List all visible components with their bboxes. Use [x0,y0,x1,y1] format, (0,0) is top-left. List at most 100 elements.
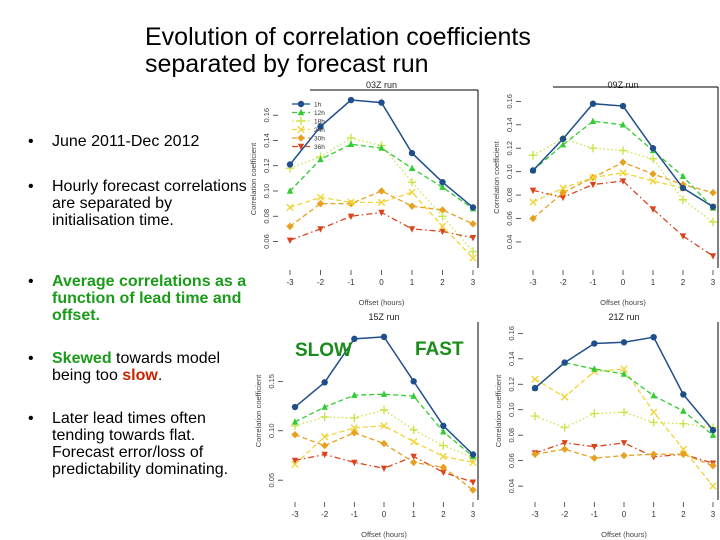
series-24h [286,188,477,262]
x-tick-label: 3 [711,510,716,519]
y-tick-label: 0.08 [262,209,271,224]
y-tick-label: 0.08 [507,428,516,443]
y-tick-label: 0.06 [507,453,516,468]
data-point [679,233,687,240]
y-axis-label: Correlation coefficient [492,140,501,213]
data-point [297,134,305,142]
y-tick-label: 0.14 [507,352,516,367]
data-point [589,181,597,189]
data-point [679,419,688,428]
chart-09z-run: 09Z run -3 -2 -1 0 1 2 3 Offset (hours) 0.04 0.06 0… [492,80,719,307]
x-tick-label: 0 [382,510,387,519]
series-12h [291,390,477,460]
chart-03z-run: 03Z run -3 -2 -1 0 1 2 3 Offset (hours) 0.06 0.08 0… [249,80,479,307]
x-tick-label: 2 [681,278,686,287]
data-point [469,451,477,458]
slow-label: SLOW [295,340,352,361]
data-point [620,440,628,447]
y-tick-label: 0.04 [505,235,514,250]
data-point [619,102,627,110]
legend-label: 1h [314,102,322,109]
x-tick-label: 1 [410,278,415,287]
chart-title: 03Z run [366,80,397,90]
data-point [409,458,418,467]
data-point [560,423,569,432]
data-point [409,437,418,446]
data-point [709,253,717,260]
data-point [408,164,416,171]
data-point [528,151,538,160]
data-point [650,392,657,399]
data-point [679,172,687,180]
fast-label: FAST [415,339,464,360]
x-tick-label: -3 [286,278,294,287]
x-tick-label: 3 [711,278,716,287]
data-point [618,146,628,155]
data-point [530,411,540,421]
x-tick-label: -2 [561,510,569,519]
data-point [320,412,329,422]
data-point [620,339,628,346]
data-point [408,202,416,210]
data-point [409,425,418,434]
legend-label: 36h [314,144,325,151]
data-point [378,99,385,106]
data-point [291,403,299,411]
data-point [347,96,355,104]
x-tick-label: 1 [651,278,656,287]
data-point [410,378,417,385]
data-point [347,199,355,208]
data-point [351,335,358,343]
data-point [439,178,446,186]
data-point [590,454,599,462]
y-tick-label: 0.15 [267,374,276,389]
data-point [708,217,718,227]
x-tick-label: 1 [651,510,656,519]
data-point [559,135,567,143]
y-tick-label: 0.10 [267,423,276,438]
y-tick-label: 0.10 [507,402,516,417]
data-point [709,426,717,434]
series-1h [531,333,717,434]
series-line [289,190,474,227]
x-tick-label: -1 [589,278,597,287]
data-point [377,187,386,195]
data-point [529,167,537,174]
data-point [680,407,687,414]
x-axis-label: Offset (hours) [601,530,647,539]
x-tick-label: -1 [591,510,599,519]
x-axis-label: Offset (hours) [361,530,407,539]
y-tick-label: 0.14 [262,133,271,148]
x-tick-label: -1 [351,510,359,519]
data-point [709,203,717,210]
series-30h [286,187,477,231]
series-36h [291,451,477,486]
data-point [679,184,687,192]
data-point [286,203,294,212]
x-tick-label: 3 [471,510,476,519]
data-point [380,439,388,448]
data-point [408,188,416,196]
y-tick-label: 0.05 [267,473,276,488]
data-point [380,465,388,473]
series-18h [530,408,718,432]
series-36h [286,209,477,244]
series-18h [285,133,478,256]
series-12h [286,140,477,212]
data-point [560,445,569,453]
x-tick-label: 1 [411,510,416,519]
x-tick-label: -1 [347,278,355,287]
data-point [350,413,359,423]
data-point [408,226,416,233]
legend-label: 12h [314,110,325,117]
chart-21z-run: 21Z run -3 -2 -1 0 1 2 3 Offset (hours) 0.04 0.06 0… [494,312,719,539]
data-point [469,220,477,228]
data-point [529,198,537,206]
data-point [320,441,329,450]
y-tick-label: 0.06 [505,211,514,226]
y-axis-label: Correlation coefficient [254,374,263,447]
x-axis-label: Offset (hours) [359,298,405,307]
data-point [589,100,597,107]
data-point [469,479,477,486]
data-point [709,189,717,197]
